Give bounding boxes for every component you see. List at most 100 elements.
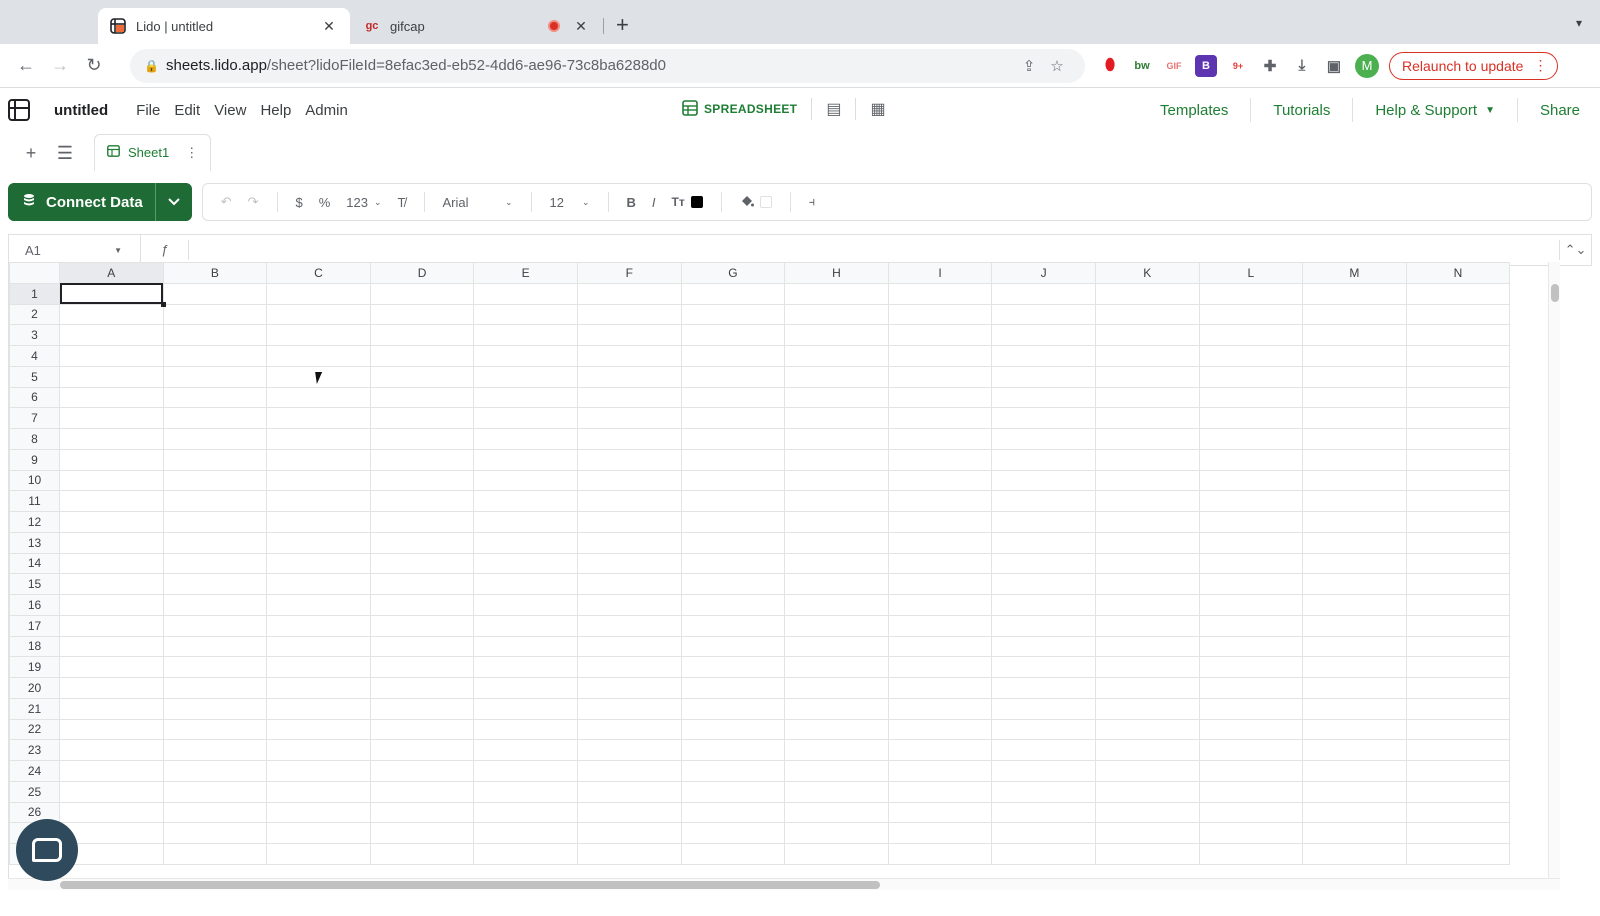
grid-cell[interactable]	[784, 428, 889, 450]
grid-table[interactable]: ABCDEFGHIJKLMN 1 2 3 4 5 6 7 8 9 10 11 12 13 14 15 16 17…	[9, 262, 1511, 865]
row-header[interactable]: 9	[9, 448, 60, 471]
grid-cell[interactable]	[59, 345, 164, 367]
row-header[interactable]: 1	[9, 282, 60, 305]
grid-cell[interactable]	[59, 573, 164, 595]
opera-icon[interactable]: ⬮	[1099, 55, 1121, 77]
grid-cell[interactable]	[1302, 760, 1407, 782]
align-icon[interactable]: ⫞	[801, 194, 824, 210]
grid-cell[interactable]	[162, 303, 268, 326]
grid-cell[interactable]	[887, 282, 993, 305]
grid-cell[interactable]	[369, 594, 475, 616]
grid-cell[interactable]	[1302, 677, 1407, 699]
grid-cell[interactable]	[991, 511, 1096, 533]
grid-cell[interactable]	[1198, 448, 1304, 471]
font-size-dropdown[interactable]: 12 ⌄	[542, 195, 598, 210]
chat-support-button[interactable]	[16, 819, 78, 881]
menu-view[interactable]: View	[214, 102, 246, 119]
grid-cell[interactable]	[162, 386, 268, 409]
grid-cell[interactable]	[784, 324, 889, 346]
grid-cell[interactable]	[1094, 531, 1200, 554]
address-bar[interactable]: 🔒 sheets.lido.app /sheet?lidoFileId=8efa…	[130, 48, 1085, 83]
grid-cell[interactable]	[887, 843, 993, 865]
grid-cell[interactable]	[991, 573, 1096, 595]
row-header[interactable]: 8	[9, 428, 60, 450]
grid-cell[interactable]	[59, 469, 164, 492]
row-header[interactable]: 21	[9, 697, 60, 720]
column-header-e[interactable]: E	[473, 262, 578, 284]
grid-cell[interactable]	[1405, 780, 1511, 803]
grid-cell[interactable]	[784, 407, 889, 429]
grid-cell[interactable]	[473, 635, 578, 658]
grid-cell[interactable]	[680, 428, 786, 450]
grid-cell[interactable]	[266, 531, 371, 554]
grid-cell[interactable]	[576, 345, 682, 367]
grid-cell[interactable]	[59, 718, 164, 741]
grid-cell[interactable]	[1405, 739, 1511, 761]
grid-cell[interactable]	[162, 760, 268, 782]
grid-cell[interactable]	[1198, 552, 1304, 575]
grid-cell[interactable]	[266, 697, 371, 720]
grid-cell[interactable]	[1405, 822, 1511, 844]
grid-cell[interactable]	[369, 303, 475, 326]
grid-cell[interactable]	[1198, 614, 1304, 637]
grid-cell[interactable]	[59, 780, 164, 803]
grid-cell[interactable]	[576, 801, 682, 824]
column-header-a[interactable]: A	[59, 262, 164, 284]
grid-cell[interactable]	[1302, 448, 1407, 471]
dashboard-view-icon[interactable]: ▦	[870, 99, 885, 119]
grid-cell[interactable]	[576, 822, 682, 844]
grid-cell[interactable]	[991, 614, 1096, 637]
grid-cell[interactable]	[369, 345, 475, 367]
grid-cell[interactable]	[680, 386, 786, 409]
grid-cell[interactable]	[1302, 511, 1407, 533]
grid-cell[interactable]	[576, 531, 682, 554]
grid-cell[interactable]	[887, 428, 993, 450]
grid-cell[interactable]	[1198, 303, 1304, 326]
row-header[interactable]: 5	[9, 365, 60, 388]
grid-cell[interactable]	[473, 428, 578, 450]
grid-cell[interactable]	[1302, 656, 1407, 678]
grid-cell[interactable]	[473, 801, 578, 824]
grid-cell[interactable]	[1405, 324, 1511, 346]
grid-cell[interactable]	[1094, 656, 1200, 678]
grid-cell[interactable]	[473, 531, 578, 554]
grid-cell[interactable]	[991, 345, 1096, 367]
grid-cell[interactable]	[887, 614, 993, 637]
tutorials-link[interactable]: Tutorials	[1250, 98, 1352, 122]
grid-cell[interactable]	[1094, 386, 1200, 409]
grid-cell[interactable]	[1094, 739, 1200, 761]
grid-cell[interactable]	[576, 614, 682, 637]
grid-cell[interactable]	[473, 718, 578, 741]
grid-cell[interactable]	[162, 635, 268, 658]
grid-cell[interactable]	[991, 677, 1096, 699]
fill-color-button[interactable]	[732, 194, 780, 211]
bw-icon[interactable]: bw	[1131, 55, 1153, 77]
vertical-scrollbar[interactable]	[1548, 262, 1560, 880]
grid-cell[interactable]	[1094, 428, 1200, 450]
grid-cell[interactable]	[1405, 490, 1511, 512]
grid-cell[interactable]	[162, 780, 268, 803]
grid-cell[interactable]	[59, 594, 164, 616]
grid-cell[interactable]	[1094, 843, 1200, 865]
grid-cell[interactable]	[369, 469, 475, 492]
grid-cell[interactable]	[680, 469, 786, 492]
grid-cell[interactable]	[784, 511, 889, 533]
grid-cell[interactable]	[473, 303, 578, 326]
grid-cell[interactable]	[59, 386, 164, 409]
grid-cell[interactable]	[59, 448, 164, 471]
grid-cell[interactable]	[1198, 843, 1304, 865]
grid-cell[interactable]	[887, 448, 993, 471]
grid-cell[interactable]	[1405, 407, 1511, 429]
grid-cell[interactable]	[1405, 656, 1511, 678]
grid-cell[interactable]	[576, 573, 682, 595]
percent-format-button[interactable]: %	[311, 195, 339, 210]
grid-cell[interactable]	[887, 365, 993, 388]
grid-cell[interactable]	[473, 697, 578, 720]
menu-help[interactable]: Help	[260, 102, 291, 119]
grid-cell[interactable]	[162, 345, 268, 367]
grid-cell[interactable]	[1094, 282, 1200, 305]
grid-cell[interactable]	[991, 282, 1096, 305]
grid-cell[interactable]	[991, 739, 1096, 761]
column-header-k[interactable]: K	[1094, 262, 1200, 284]
grid-cell[interactable]	[473, 365, 578, 388]
